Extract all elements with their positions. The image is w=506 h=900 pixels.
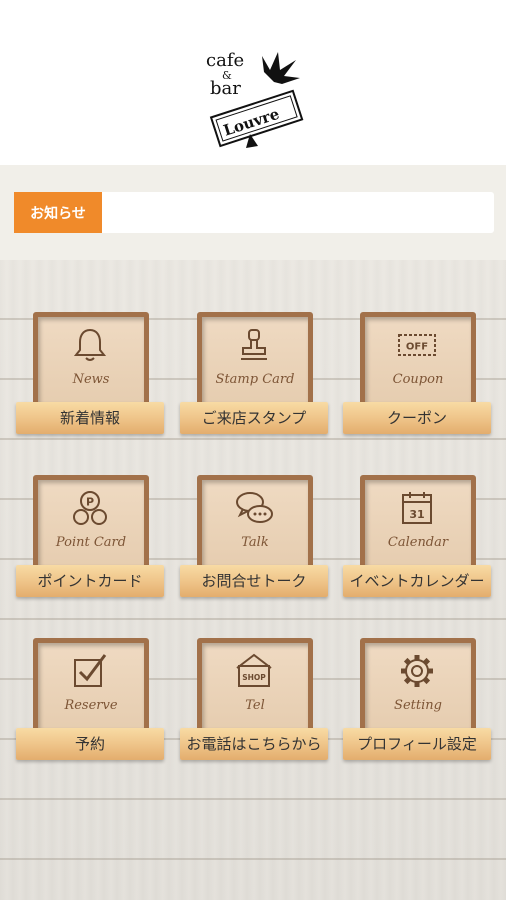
- menu-coupon-label: クーポン: [343, 402, 491, 434]
- menu-tel[interactable]: SHOP Tel お電話はこちらから: [180, 638, 328, 762]
- gear-icon: [401, 655, 433, 687]
- calendar-icon-text: 31: [409, 508, 424, 521]
- logo-star-shape: [262, 52, 300, 84]
- logo-line2: bar: [210, 78, 241, 99]
- menu-news-label: 新着情報: [16, 402, 164, 434]
- bell-icon: [73, 328, 107, 361]
- point-icon: P: [73, 491, 107, 525]
- notice-tag: お知らせ: [14, 192, 102, 233]
- menu-point-card-en: Point Card: [55, 535, 127, 550]
- menu-tel-label: お電話はこちらから: [180, 728, 328, 760]
- menu-tel-en: Tel: [245, 698, 265, 713]
- menu-stamp-card[interactable]: Stamp Card ご来店スタンプ: [180, 312, 328, 436]
- menu-calendar-label: イベントカレンダー: [343, 565, 491, 597]
- menu-setting-label: プロフィール設定: [343, 728, 491, 760]
- menu-point-card[interactable]: P Point Card ポイントカード: [16, 475, 164, 599]
- menu-talk-en: Talk: [241, 535, 269, 550]
- cafe-bar-logo: cafe & bar Louvre: [200, 48, 310, 153]
- menu-setting-en: Setting: [394, 698, 442, 713]
- menu-coupon-en: Coupon: [392, 372, 444, 387]
- app-header: cafe & bar Louvre: [0, 0, 506, 165]
- menu-calendar-en: Calendar: [387, 535, 449, 550]
- chat-icon: [236, 492, 273, 523]
- logo-line1: cafe: [206, 50, 244, 71]
- checkbox-icon: [74, 654, 107, 687]
- menu-reserve[interactable]: Reserve 予約: [16, 638, 164, 762]
- menu-talk-label: お問合せトーク: [180, 565, 328, 597]
- notice-bar[interactable]: お知らせ: [14, 192, 494, 233]
- coupon-icon-text: OFF: [406, 342, 428, 353]
- menu-setting[interactable]: Setting プロフィール設定: [343, 638, 491, 762]
- point-icon-text: P: [86, 496, 94, 509]
- menu-stamp-card-en: Stamp Card: [215, 372, 295, 387]
- menu-point-card-label: ポイントカード: [16, 565, 164, 597]
- shop-icon-text: SHOP: [242, 673, 266, 682]
- shop-icon: SHOP: [236, 653, 272, 687]
- menu-news-en: News: [72, 372, 110, 387]
- menu-stamp-card-label: ご来店スタンプ: [180, 402, 328, 434]
- menu-coupon[interactable]: OFF Coupon クーポン: [343, 312, 491, 436]
- logo-graphic: cafe & bar Louvre: [206, 50, 304, 148]
- calendar-icon: 31: [402, 492, 432, 524]
- menu-news[interactable]: News 新着情報: [16, 312, 164, 436]
- coupon-icon: OFF: [398, 334, 436, 356]
- menu-talk[interactable]: Talk お問合せトーク: [180, 475, 328, 599]
- menu-reserve-label: 予約: [16, 728, 164, 760]
- menu-calendar[interactable]: 31 Calendar イベントカレンダー: [343, 475, 491, 599]
- menu-reserve-en: Reserve: [64, 698, 118, 713]
- stamp-icon: [241, 329, 267, 360]
